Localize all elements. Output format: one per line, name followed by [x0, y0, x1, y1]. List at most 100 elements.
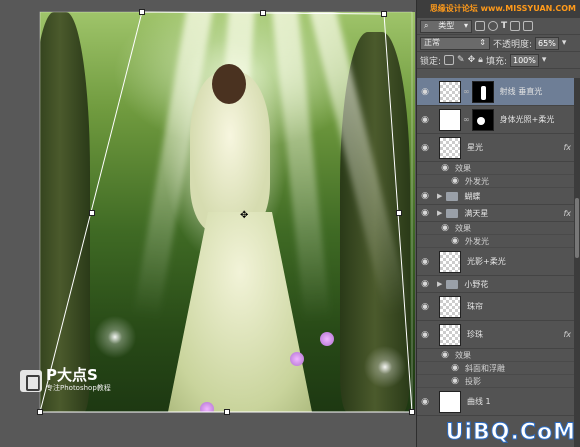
layer-effects-fx-icon[interactable]: fx	[563, 143, 571, 152]
transform-handle[interactable]	[260, 10, 266, 16]
transform-handle[interactable]	[396, 210, 402, 216]
effect-name: 外发光	[465, 236, 489, 246]
effect-visibility-eye-icon[interactable]: ◉	[449, 375, 461, 387]
visibility-eye-icon[interactable]: ◉	[419, 256, 431, 268]
opacity-field[interactable]: 65%	[535, 36, 559, 50]
chevron-down-icon[interactable]: ▾	[542, 55, 547, 65]
filter-pixel-icon[interactable]	[475, 21, 485, 31]
visibility-eye-icon[interactable]: ◉	[419, 278, 431, 290]
effect-row[interactable]: ◉ 效果	[417, 349, 580, 362]
layer-name[interactable]: 珠帘	[467, 301, 483, 312]
layer-row[interactable]: ◉ ∞ 身体光照+柔光	[417, 106, 580, 134]
lock-image-icon[interactable]: ✎	[457, 55, 465, 65]
effect-visibility-eye-icon[interactable]: ◉	[439, 162, 451, 174]
layers-panel: 思缘设计论坛 www.MISSYUAN.COM ⌕ 类型 ▾ T 正常 ⇕ 不透…	[416, 0, 580, 447]
layers-scrollbar[interactable]	[574, 78, 580, 447]
effect-visibility-eye-icon[interactable]: ◉	[439, 222, 451, 234]
filter-shape-icon[interactable]	[510, 21, 521, 31]
layer-group-row[interactable]: ◉ ▶ 小野花	[417, 276, 580, 293]
layer-group-row[interactable]: ◉ ▶ 蝴蝶	[417, 188, 580, 205]
visibility-eye-icon[interactable]: ◉	[419, 301, 431, 313]
layer-thumbnail[interactable]	[439, 390, 461, 413]
transform-handle[interactable]	[409, 409, 415, 415]
chevron-down-icon[interactable]: ▾	[562, 38, 567, 48]
lock-transparent-icon[interactable]	[444, 55, 455, 65]
layer-row[interactable]: ◉ ∞ 射线 垂直光	[417, 78, 580, 106]
visibility-eye-icon[interactable]: ◉	[419, 114, 431, 126]
layer-name[interactable]: 珍珠	[467, 329, 483, 340]
lock-all-icon[interactable]: 🔒︎	[478, 55, 483, 65]
layer-thumbnail[interactable]	[439, 80, 461, 103]
transform-handle[interactable]	[224, 409, 230, 415]
transform-handle[interactable]	[89, 210, 95, 216]
expand-arrow-icon[interactable]: ▶	[437, 280, 442, 288]
photoshop-window: P大点S 专注Photoshop教程 ✥ 思缘设计论坛 www.MISSYUAN…	[0, 0, 580, 447]
layer-thumbnail[interactable]	[439, 250, 461, 273]
effect-row[interactable]: ◉ 外发光	[417, 235, 580, 248]
folder-icon	[446, 208, 459, 218]
effect-visibility-eye-icon[interactable]: ◉	[449, 235, 461, 247]
effect-row[interactable]: ◉ 效果	[417, 162, 580, 175]
tree-trunk	[40, 12, 90, 412]
link-chain-icon[interactable]: ∞	[463, 115, 470, 124]
transform-handle[interactable]	[139, 9, 145, 15]
sparkle	[90, 312, 140, 362]
blend-mode-select[interactable]: 正常 ⇕	[420, 36, 490, 50]
flower	[290, 352, 304, 366]
layer-row[interactable]: ◉ 星光 fx	[417, 134, 580, 162]
layer-effects-fx-icon[interactable]: fx	[563, 330, 571, 339]
layer-row[interactable]: ◉ 曲线 1	[417, 388, 580, 416]
group-name[interactable]: 小野花	[464, 279, 488, 290]
transform-handle[interactable]	[381, 11, 387, 17]
filter-type-icon[interactable]: T	[501, 21, 507, 31]
transform-handle[interactable]	[37, 409, 43, 415]
layer-thumbnail[interactable]	[439, 108, 461, 131]
layer-name[interactable]: 光影+柔光	[467, 256, 506, 267]
layer-row[interactable]: ◉ 珠帘	[417, 293, 580, 321]
flower	[200, 402, 214, 412]
visibility-eye-icon[interactable]: ◉	[419, 207, 431, 219]
layer-group-row[interactable]: ◉ ▶ 满天星 fx	[417, 205, 580, 222]
layer-mask-thumbnail[interactable]	[471, 108, 494, 131]
visibility-eye-icon[interactable]: ◉	[419, 329, 431, 341]
visibility-eye-icon[interactable]: ◉	[419, 142, 431, 154]
fill-field[interactable]: 100%	[509, 53, 539, 67]
effect-row[interactable]: ◉ 斜面和浮雕	[417, 362, 580, 375]
layer-thumbnail[interactable]	[439, 295, 461, 318]
link-chain-icon[interactable]: ∞	[463, 87, 470, 96]
layer-name[interactable]: 曲线 1	[467, 396, 491, 407]
effect-row[interactable]: ◉ 投影	[417, 375, 580, 388]
filter-kind-label: 类型	[438, 21, 455, 30]
layer-name[interactable]: 身体光照+柔光	[500, 114, 555, 125]
layer-row[interactable]: ◉ 光影+柔光	[417, 248, 580, 276]
layer-name[interactable]: 星光	[467, 142, 483, 153]
effect-visibility-eye-icon[interactable]: ◉	[439, 349, 451, 361]
layer-mask-thumbnail[interactable]	[471, 80, 494, 103]
layer-name[interactable]: 射线 垂直光	[500, 86, 543, 97]
effect-visibility-eye-icon[interactable]: ◉	[449, 362, 461, 374]
visibility-eye-icon[interactable]: ◉	[419, 396, 431, 408]
effect-name: 效果	[455, 223, 471, 233]
scrollbar-thumb[interactable]	[575, 198, 579, 258]
layer-effects-fx-icon[interactable]: fx	[563, 209, 571, 218]
chevron-down-icon: ▾	[463, 21, 468, 30]
group-name[interactable]: 蝴蝶	[464, 191, 480, 202]
visibility-eye-icon[interactable]: ◉	[419, 86, 431, 98]
expand-arrow-icon[interactable]: ▶	[437, 192, 442, 200]
filter-smart-object-icon[interactable]	[523, 21, 534, 31]
expand-arrow-icon[interactable]: ▶	[437, 209, 442, 217]
effect-row[interactable]: ◉ 外发光	[417, 175, 580, 188]
layer-thumbnail[interactable]	[439, 136, 461, 159]
visibility-eye-icon[interactable]: ◉	[419, 190, 431, 202]
group-name[interactable]: 满天星	[464, 208, 488, 219]
filter-adjustment-icon[interactable]	[488, 21, 498, 31]
watermark-subtitle: 专注Photoshop教程	[46, 384, 111, 392]
lock-position-icon[interactable]: ✥	[468, 55, 476, 65]
canvas-area[interactable]: P大点S 专注Photoshop教程 ✥	[0, 0, 416, 447]
transform-center-icon[interactable]: ✥	[240, 210, 248, 221]
effect-row[interactable]: ◉ 效果	[417, 222, 580, 235]
effect-visibility-eye-icon[interactable]: ◉	[449, 175, 461, 187]
filter-kind-select[interactable]: ⌕ 类型 ▾	[420, 19, 472, 33]
layer-thumbnail[interactable]	[439, 323, 461, 346]
layer-row[interactable]: ◉ 珍珠 fx	[417, 321, 580, 349]
